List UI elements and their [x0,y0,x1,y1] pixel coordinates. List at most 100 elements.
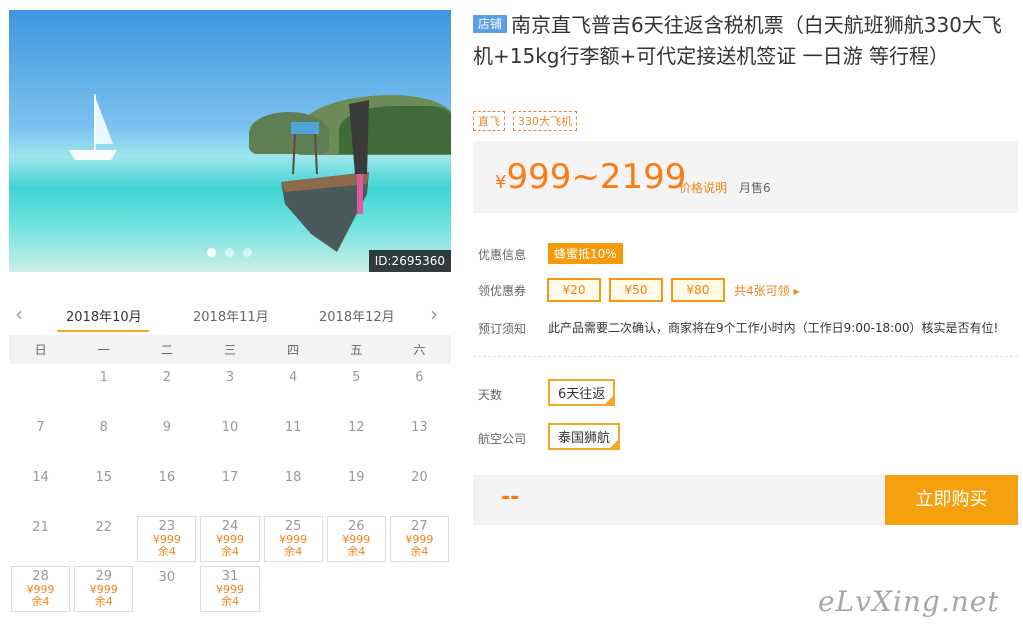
price-box: ¥999~2199 价格说明 月售6 [473,141,1018,213]
calendar-cell: 28 ¥999 余4 [9,564,72,614]
section-divider [473,356,1018,357]
calendar-week-row: 7 8 9 10 11 12 13 [9,414,451,464]
total-price: -- [501,485,520,510]
day-number: 23 [158,519,176,534]
day-number: 4 [288,370,298,385]
calendar-day-available[interactable]: 27 ¥999 余4 [389,516,449,562]
honey-discount-badge: 蜂蜜抵10% [548,243,623,264]
day-number: 3 [225,370,235,385]
carousel-dot[interactable] [243,248,252,257]
day-number: 30 [158,570,176,585]
day-number: 10 [221,420,239,435]
calendar-cell: 29 ¥999 余4 [72,564,135,614]
day-number: 25 [284,519,302,534]
calendar-day: 21 [11,516,70,562]
weekday-label: 五 [324,335,388,364]
month-tab-oct[interactable]: 2018年10月 [66,306,142,325]
active-month-underline [57,330,149,332]
month-switcher: ‹ 2018年10月 2018年11月 2018年12月 › [9,298,451,334]
notice-label: 预订须知 [478,322,527,336]
calendar-cell [262,564,325,614]
tag-direct: 直飞 [473,111,505,131]
carousel-dot[interactable] [225,248,234,257]
product-tags: 直飞 330大飞机 [473,111,577,131]
calendar-day: 8 [74,416,133,462]
calendar-day-available[interactable]: 31 ¥999 余4 [200,566,260,612]
day-number: 22 [95,520,112,535]
calendar-cell: 1 [72,364,135,414]
days-option[interactable]: 6天往返 [548,379,616,406]
calendar-day: 20 [390,466,449,512]
calendar-cell [325,564,388,614]
calendar-cell: 12 [325,414,388,464]
more-coupons-link[interactable]: 共4张可领 ▸ [734,282,799,299]
calendar-cell: 19 [325,464,388,514]
price-note-link[interactable]: 价格说明 [679,179,727,196]
day-number: 26 [348,519,365,534]
calendar-day: 14 [11,466,70,512]
day-number: 5 [352,370,361,385]
day-number: 18 [284,470,302,485]
weekday-label: 六 [387,335,451,364]
airline-label: 航空公司 [478,432,527,446]
calendar-cell: 21 [9,514,72,564]
promo-label: 优惠信息 [478,248,527,262]
calendar-day: 3 [200,366,259,412]
calendar-day: 15 [74,466,133,512]
day-number: 2 [162,370,171,385]
calendar-day: 6 [390,366,449,412]
longtail-boat-graphic [281,100,369,252]
prev-month-chevron-icon[interactable]: ‹ [15,302,23,326]
calendar-cell: 17 [198,464,261,514]
calendar-day: 7 [11,416,70,462]
calendar-day-available[interactable]: 23 ¥999 余4 [137,516,197,562]
calendar-cell: 7 [9,414,72,464]
day-number: 31 [221,569,239,584]
day-number: 6 [415,370,424,385]
coupon-80[interactable]: ¥80 [671,278,725,302]
calendar-day: 13 [390,416,449,462]
calendar-day-available[interactable]: 25 ¥999 余4 [263,516,323,562]
calendar-day: 9 [137,416,196,462]
airline-option[interactable]: 泰国狮航 [548,423,621,450]
month-tab-nov[interactable]: 2018年11月 [193,306,269,325]
calendar-day-available[interactable]: 24 ¥999 余4 [200,516,260,562]
calendar-cell: 9 [135,414,198,464]
calendar-cell: 13 [388,414,451,464]
calendar-week-row: 28 ¥999 余4 29 ¥999 余4 30 31 ¥999 余4 [9,564,451,614]
next-month-chevron-icon[interactable]: › [430,302,438,326]
calendar-cell: 14 [9,464,72,514]
calendar-day: 4 [264,366,323,412]
calendar-day: 17 [200,466,259,512]
day-number: 16 [158,470,176,485]
coupon-20[interactable]: ¥20 [547,278,601,302]
day-number: 20 [411,470,428,485]
calendar-day: 11 [264,416,323,462]
day-number: 12 [348,420,365,435]
buy-now-button[interactable]: 立即购买 [885,475,1018,525]
day-number: 28 [32,569,49,584]
product-image[interactable]: ID:2695360 [9,10,451,272]
coupon-label: 领优惠券 [478,284,527,298]
weekday-label: 一 [72,335,136,364]
month-tab-dec[interactable]: 2018年12月 [319,306,395,325]
day-number: 19 [348,470,365,485]
day-remaining: 余4 [157,545,176,558]
price-range: ¥999~2199 [495,157,687,197]
tag-aircraft: 330大飞机 [513,111,577,131]
day-remaining: 余4 [31,595,50,608]
coupon-50[interactable]: ¥50 [609,278,663,302]
weekday-header: 日一二三四五六 [9,335,451,364]
calendar-cell: 22 [72,514,135,564]
calendar-day-available[interactable]: 29 ¥999 余4 [74,566,134,612]
day-number: 1 [99,370,108,385]
calendar-day-available[interactable]: 28 ¥999 余4 [11,566,71,612]
booking-notice: 此产品需要二次确认，商家将在9个工作小时内（工作日9:00-18:00）核实是否… [548,321,999,335]
calendar-day: 5 [327,366,386,412]
weekday-label: 三 [198,335,262,364]
calendar-cell: 27 ¥999 余4 [388,514,451,564]
carousel-dot[interactable] [207,248,216,257]
calendar-week-row: 21 22 23 ¥999 余4 24 ¥999 余4 25 ¥999 余4 26 ¥999 余4 27 ¥9… [9,514,451,564]
calendar-day-available[interactable]: 26 ¥999 余4 [326,516,386,562]
day-number: 29 [95,569,112,584]
